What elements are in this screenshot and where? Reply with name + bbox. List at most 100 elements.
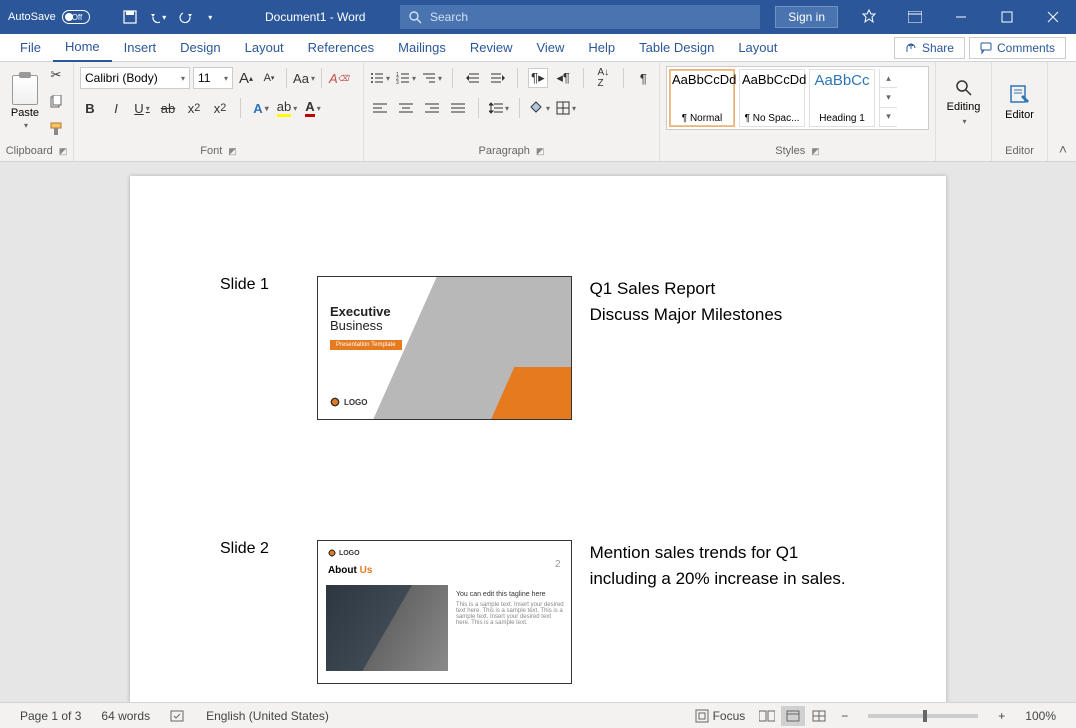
qat-customize-icon[interactable]: ▾ [208, 13, 212, 22]
maximize-button[interactable] [984, 0, 1030, 34]
launcher-icon[interactable]: ◩ [59, 146, 68, 157]
style-heading1[interactable]: AaBbCc Heading 1 [809, 69, 875, 127]
document-title: Document1 - Word [265, 0, 365, 34]
collapse-ribbon[interactable]: ˄ [1048, 62, 1076, 161]
undo-icon[interactable]: ▾ [150, 9, 166, 25]
underline-button[interactable]: U▾ [132, 98, 152, 118]
chevron-up-icon[interactable]: ▴ [880, 69, 897, 88]
font-color-icon[interactable]: A▾ [303, 98, 323, 118]
sort-icon[interactable]: A↓Z [594, 68, 613, 88]
bullets-icon[interactable]: ▾ [370, 68, 390, 88]
font-name-select[interactable]: Calibri (Body)▾ [80, 67, 190, 89]
style-normal[interactable]: AaBbCcDd ¶ Normal [669, 69, 735, 127]
group-paragraph: ▾ 123▾ ▾ ¶▸ ◂¶ A↓Z ¶ ▾ [364, 62, 660, 161]
rtl-icon[interactable]: ◂¶ [554, 68, 573, 88]
grow-font-icon[interactable]: A▴ [236, 68, 256, 88]
increase-indent-icon[interactable] [488, 68, 507, 88]
share-button[interactable]: Share [894, 37, 965, 59]
zoom-in-button[interactable]: + [988, 709, 1015, 723]
save-icon[interactable] [122, 9, 138, 25]
align-left-icon[interactable] [370, 98, 390, 118]
print-layout-icon[interactable] [781, 706, 805, 726]
tab-layout[interactable]: Layout [233, 34, 296, 62]
page-indicator[interactable]: Page 1 of 3 [10, 709, 91, 723]
borders-icon[interactable]: ▾ [556, 98, 576, 118]
zoom-slider[interactable] [868, 714, 978, 718]
ribbon-display-icon[interactable] [892, 0, 938, 34]
styles-more-icon[interactable]: ▾ [880, 108, 897, 127]
tab-references[interactable]: References [296, 34, 386, 62]
tab-view[interactable]: View [524, 34, 576, 62]
cut-icon[interactable]: ✂ [46, 66, 66, 85]
format-painter-icon[interactable] [46, 119, 66, 138]
launcher-icon[interactable]: ◩ [811, 146, 820, 157]
zoom-out-button[interactable]: − [831, 709, 858, 723]
comments-button[interactable]: Comments [969, 37, 1066, 59]
slide-1-thumbnail[interactable]: ExecutiveBusiness Presentation Template … [317, 276, 572, 420]
autosave-state: Off [72, 13, 83, 22]
change-case-icon[interactable]: Aa▾ [294, 68, 314, 88]
highlight-icon[interactable]: ab▾ [277, 98, 297, 118]
autosave-control[interactable]: AutoSave Off [0, 10, 114, 24]
shrink-font-icon[interactable]: A▾ [259, 68, 279, 88]
tab-insert[interactable]: Insert [112, 34, 169, 62]
copy-icon[interactable] [46, 93, 66, 112]
tab-home[interactable]: Home [53, 34, 112, 62]
document-area[interactable]: Slide 1 ExecutiveBusiness Presentation T… [0, 162, 1076, 702]
titlebar-right: Sign in [775, 0, 1076, 34]
minimize-button[interactable] [938, 0, 984, 34]
font-size-select[interactable]: 11▾ [193, 67, 233, 89]
ribbon: Paste ▾ ✂ Clipboard◩ Calibri (Body)▾ 11▾… [0, 62, 1076, 162]
zoom-level[interactable]: 100% [1015, 709, 1066, 723]
slide-2-thumbnail[interactable]: LOGO 2 About Us You can edit this taglin… [317, 540, 572, 684]
tab-design[interactable]: Design [168, 34, 232, 62]
show-marks-icon[interactable]: ¶ [634, 68, 653, 88]
paste-button[interactable]: Paste ▾ [6, 66, 44, 138]
styles-scroll[interactable]: ▴ ▾ ▾ [879, 69, 897, 127]
editor-button[interactable]: Editor [998, 66, 1041, 138]
slide-2-text[interactable]: Mention sales trends for Q1 including a … [590, 540, 856, 684]
signin-button[interactable]: Sign in [775, 6, 838, 28]
align-right-icon[interactable] [422, 98, 442, 118]
tab-help[interactable]: Help [576, 34, 627, 62]
focus-mode[interactable]: Focus [685, 709, 756, 723]
launcher-icon[interactable]: ◩ [228, 146, 237, 157]
line-spacing-icon[interactable]: ▾ [489, 98, 509, 118]
chevron-down-icon[interactable]: ▾ [880, 88, 897, 107]
decrease-indent-icon[interactable] [463, 68, 482, 88]
superscript-button[interactable]: x2 [210, 98, 230, 118]
tab-mailings[interactable]: Mailings [386, 34, 458, 62]
text-effects-icon[interactable]: A▾ [251, 98, 271, 118]
numbering-icon[interactable]: 123▾ [396, 68, 416, 88]
editing-button[interactable]: Editing ▾ [942, 66, 985, 138]
search-box[interactable]: Search [400, 5, 760, 29]
tab-table-design[interactable]: Table Design [627, 34, 726, 62]
styles-gallery[interactable]: AaBbCcDd ¶ Normal AaBbCcDd ¶ No Spac... … [666, 66, 929, 130]
align-center-icon[interactable] [396, 98, 416, 118]
redo-icon[interactable] [178, 9, 194, 25]
shading-icon[interactable]: ▾ [530, 98, 550, 118]
tab-file[interactable]: File [8, 34, 53, 62]
launcher-icon[interactable]: ◩ [536, 146, 545, 157]
multilevel-list-icon[interactable]: ▾ [422, 68, 442, 88]
language-indicator[interactable]: English (United States) [196, 709, 339, 723]
slide-1-text[interactable]: Q1 Sales Report Discuss Major Milestones [590, 276, 856, 420]
word-count[interactable]: 64 words [91, 709, 160, 723]
coming-soon-icon[interactable] [846, 0, 892, 34]
italic-button[interactable]: I [106, 98, 126, 118]
clear-formatting-icon[interactable]: A⌫ [329, 68, 349, 88]
tab-layout-table[interactable]: Layout [726, 34, 789, 62]
spellcheck-icon[interactable] [160, 709, 196, 723]
close-button[interactable] [1030, 0, 1076, 34]
style-no-spacing[interactable]: AaBbCcDd ¶ No Spac... [739, 69, 805, 127]
tab-review[interactable]: Review [458, 34, 525, 62]
read-mode-icon[interactable] [755, 706, 779, 726]
strikethrough-button[interactable]: ab [158, 98, 178, 118]
justify-icon[interactable] [448, 98, 468, 118]
subscript-button[interactable]: x2 [184, 98, 204, 118]
ltr-icon[interactable]: ¶▸ [528, 68, 547, 88]
bold-button[interactable]: B [80, 98, 100, 118]
web-layout-icon[interactable] [807, 706, 831, 726]
group-editing: Editing ▾ [936, 62, 992, 161]
group-editor: Editor Editor [992, 62, 1048, 161]
